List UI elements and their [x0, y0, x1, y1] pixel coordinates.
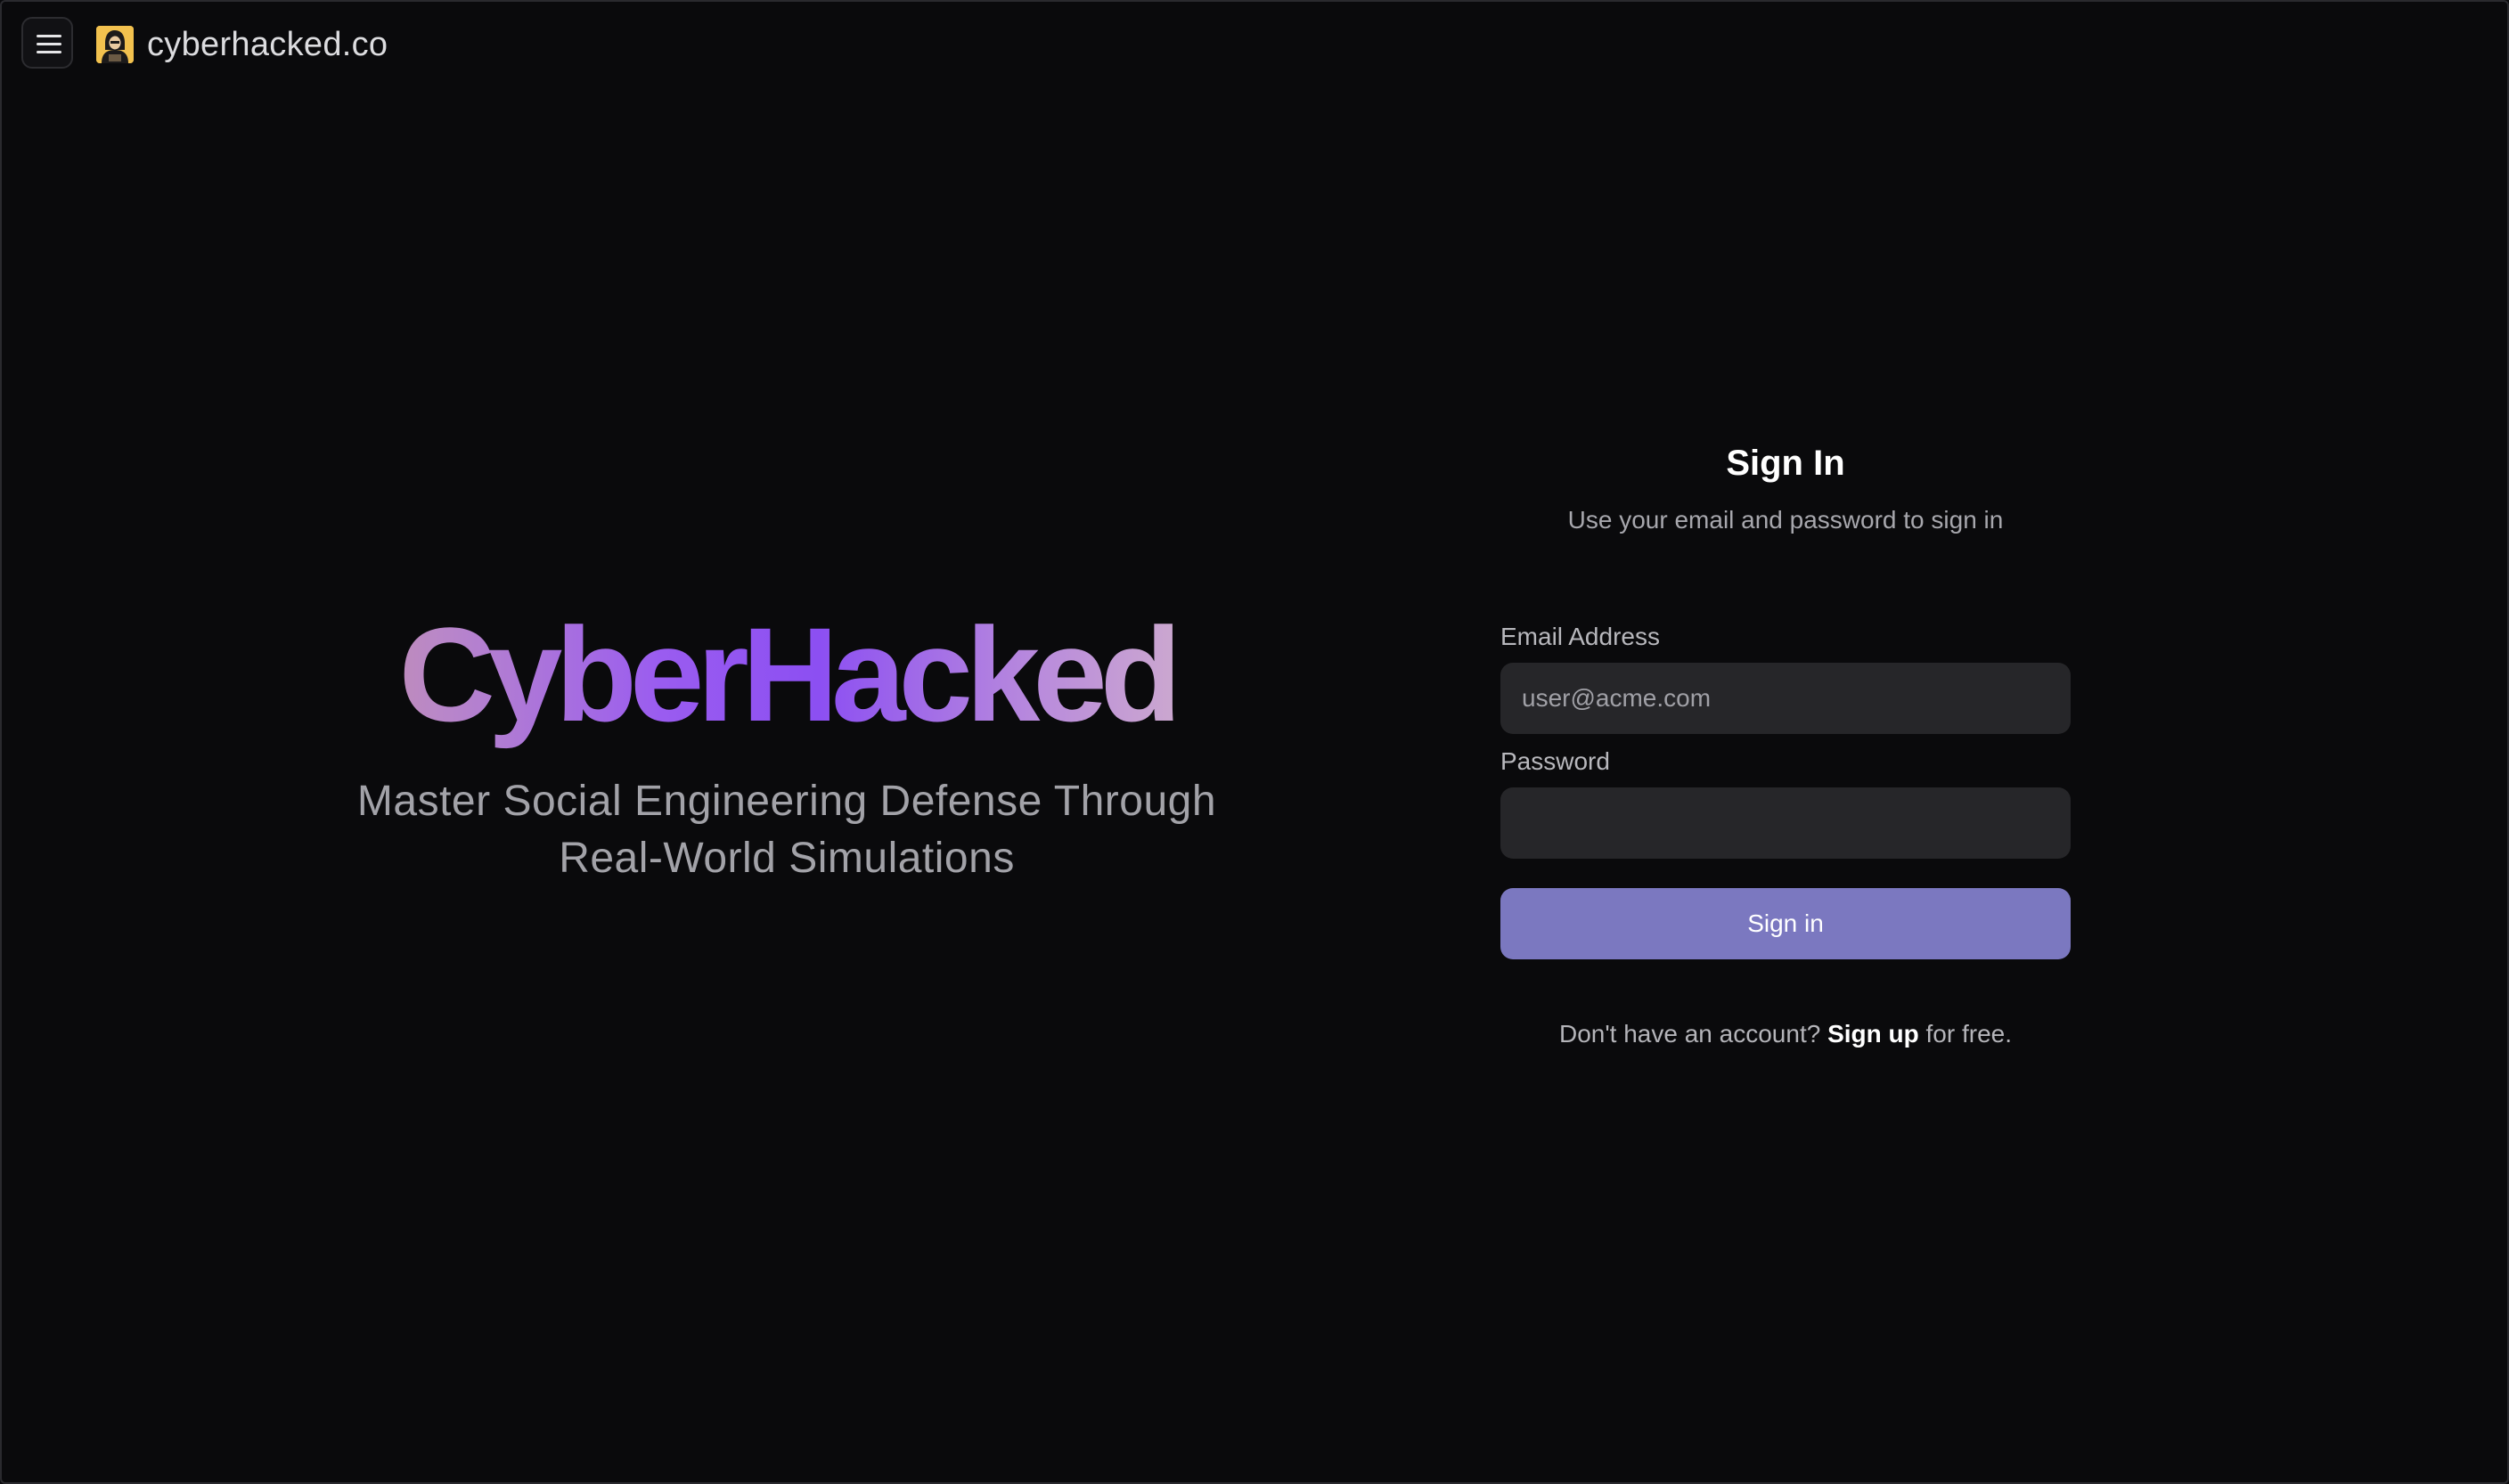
signup-link[interactable]: Sign up: [1827, 1020, 1919, 1048]
signin-button[interactable]: Sign in: [1500, 888, 2071, 959]
signup-prompt: Don't have an account? Sign up for free.: [1411, 1016, 2160, 1052]
signup-suffix-text: for free.: [1925, 1020, 2013, 1048]
hacker-logo-graphic: [96, 26, 134, 63]
signin-subtitle: Use your email and password to sign in: [1567, 506, 2004, 534]
menu-icon-bar-bottom: [37, 51, 61, 53]
hamburger-menu-button[interactable]: [21, 17, 73, 69]
password-label: Password: [1500, 747, 1610, 775]
hooded-hacker-icon[interactable]: [96, 26, 134, 63]
hero-title: CyberHacked: [2, 594, 1572, 754]
hero-subtitle-line2: Real-World Simulations: [559, 835, 1015, 882]
signup-prefix-text: Don't have an account?: [1558, 1020, 1821, 1048]
email-label: Email Address: [1500, 623, 1660, 650]
hero-title-text: CyberHacked: [398, 599, 1175, 749]
site-name-link[interactable]: cyberhacked.co: [147, 23, 388, 66]
app-window: cyberhacked.co CyberHacked Master Social…: [0, 0, 2509, 1484]
menu-icon-bar-middle: [37, 43, 61, 45]
hero-subtitle-line1: Master Social Engineering Defense Throug…: [356, 778, 1217, 825]
menu-icon-bar-top: [37, 35, 61, 37]
email-input[interactable]: [1500, 663, 2071, 734]
hero-subtitle: Master Social Engineering Defense Throug…: [2, 773, 1572, 887]
password-input[interactable]: [1500, 787, 2071, 859]
signin-title: Sign In: [1726, 444, 1845, 483]
